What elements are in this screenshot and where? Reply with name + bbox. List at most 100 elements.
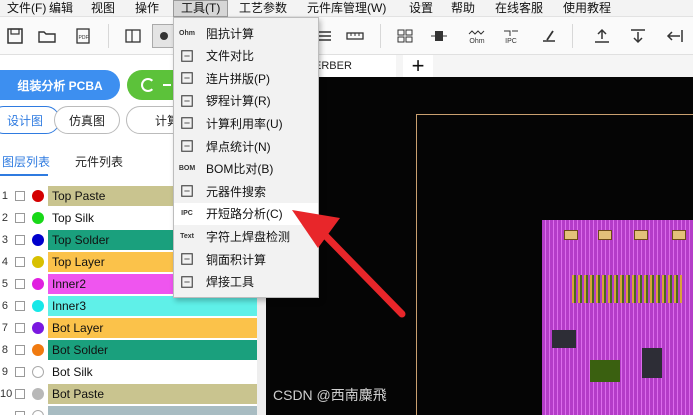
layer-visibility-checkbox[interactable]: [15, 389, 25, 399]
tab-layer-list[interactable]: 图层列表: [2, 153, 50, 170]
pcba-analysis-button-label: 组装分析 PCBA: [17, 78, 103, 93]
layer-visibility-checkbox[interactable]: [15, 235, 25, 245]
menu-item-9[interactable]: 在线客服: [488, 0, 550, 17]
layer-label: Bot Layer: [48, 318, 257, 338]
layer-visibility-checkbox[interactable]: [15, 323, 25, 333]
layer-color-dot[interactable]: [32, 322, 44, 334]
layer-visibility-checkbox[interactable]: [15, 367, 25, 377]
copper-area-icon: [179, 251, 195, 267]
pcb-component: [642, 348, 662, 378]
menu-item-label: 字符上焊盘检测: [206, 229, 291, 244]
layer-row[interactable]: 10 Bot Paste: [0, 383, 257, 405]
menu-item-label: 焊接工具: [206, 275, 255, 290]
solder-iron-icon[interactable]: [536, 24, 562, 48]
layer-number: 3: [1, 234, 8, 246]
add-tab-button-label: +: [411, 53, 425, 78]
menu-item-2[interactable]: 视图: [84, 0, 122, 17]
menu-item-panelize[interactable]: 连片拼版(P): [174, 67, 318, 89]
layer-number: [0, 405, 8, 415]
menu-item-1[interactable]: 编辑: [42, 0, 80, 17]
tab-layer-list-label: 图层列表: [2, 155, 51, 169]
layer-color-dot[interactable]: [32, 300, 44, 312]
layout-icon[interactable]: [120, 24, 146, 48]
layer-color-dot[interactable]: [32, 256, 44, 268]
layer-row[interactable]: 6 Inner3: [0, 295, 257, 317]
pcb-canvas[interactable]: [266, 77, 693, 415]
menu-item-3[interactable]: 操作: [128, 0, 166, 17]
layer-color-dot[interactable]: [32, 212, 44, 224]
pcb-pad: [564, 230, 578, 240]
resistor-icon[interactable]: [426, 24, 452, 48]
layer-color-dot[interactable]: [32, 278, 44, 290]
layer-label: [48, 406, 257, 415]
menu-item-file-compare[interactable]: 文件对比: [174, 45, 318, 67]
menu-item-5[interactable]: 工艺参数: [232, 0, 294, 17]
layer-row[interactable]: 9 Bot Silk: [0, 361, 257, 383]
stencil-icon: [179, 93, 195, 109]
menu-item-stencil[interactable]: 锣程计算(R): [174, 90, 318, 112]
document-tab-strip: ERBER: [266, 55, 693, 77]
menu-item-solder-joint[interactable]: 焊点统计(N): [174, 135, 318, 157]
layer-color-dot[interactable]: [32, 366, 44, 378]
layer-number: 6: [1, 300, 8, 312]
menu-item-6[interactable]: 元件库管理(W): [300, 0, 393, 17]
menu-item-copper-area[interactable]: 铜面积计算: [174, 248, 318, 270]
panel-icon[interactable]: [392, 24, 418, 48]
ipc-icon[interactable]: IPC: [498, 24, 524, 48]
arrow-left-icon[interactable]: [662, 24, 688, 48]
pcb-traces: [542, 220, 693, 415]
layer-color-dot[interactable]: [32, 410, 44, 415]
layer-visibility-checkbox[interactable]: [15, 279, 25, 289]
menu-item-solder-tool[interactable]: 焊接工具: [174, 271, 318, 293]
layer-visibility-checkbox[interactable]: [15, 301, 25, 311]
layer-number: 1: [1, 190, 8, 202]
menu-item-label: 铜面积计算: [206, 252, 267, 267]
open-folder-icon[interactable]: [34, 24, 60, 48]
utilization-icon: [179, 115, 195, 131]
layer-visibility-checkbox[interactable]: [15, 213, 25, 223]
layer-number: 8: [1, 344, 8, 356]
layer-color-dot[interactable]: [32, 190, 44, 202]
layer-row[interactable]: 7 Bot Layer: [0, 317, 257, 339]
file-compare-icon: [179, 48, 195, 64]
tab-simulation[interactable]: 仿真图: [54, 106, 120, 134]
layer-row[interactable]: 8 Bot Solder: [0, 339, 257, 361]
save-icon[interactable]: [2, 24, 28, 48]
menu-item-ipc[interactable]: IPC 开短路分析(C): [174, 202, 318, 225]
ohm-icon[interactable]: Ohm: [464, 24, 490, 48]
menu-item-10[interactable]: 使用教程: [556, 0, 618, 17]
export-up-icon[interactable]: [589, 24, 615, 48]
active-tab-underline: [0, 174, 48, 176]
text-pad-icon: Text: [180, 232, 194, 240]
layer-row[interactable]: [0, 405, 257, 415]
layer-visibility-checkbox[interactable]: [15, 257, 25, 267]
layer-number: 4: [1, 256, 8, 268]
tab-component-list[interactable]: 元件列表: [75, 153, 123, 170]
add-tab-button[interactable]: +: [403, 55, 433, 77]
layer-visibility-checkbox[interactable]: [15, 345, 25, 355]
menu-item-7[interactable]: 设置: [402, 0, 440, 17]
layer-number: 10: [0, 388, 13, 400]
layer-label: Bot Silk: [48, 362, 257, 382]
download-icon[interactable]: [625, 24, 651, 48]
layer-color-dot[interactable]: [32, 234, 44, 246]
layer-visibility-checkbox[interactable]: [15, 191, 25, 201]
menu-item-bom[interactable]: BOM BOM比对(B): [174, 158, 318, 180]
layer-color-dot[interactable]: [32, 388, 44, 400]
pdf-icon[interactable]: PDF: [70, 24, 96, 48]
solder-tool-icon: [179, 274, 195, 290]
menu-item-4[interactable]: 工具(T): [173, 0, 229, 17]
ruler-icon[interactable]: [342, 24, 368, 48]
menu-item-text-pad[interactable]: Text 字符上焊盘检测: [174, 225, 318, 247]
dash-icon: [163, 84, 171, 86]
menu-item-8[interactable]: 帮助: [444, 0, 482, 17]
layer-color-dot[interactable]: [32, 344, 44, 356]
layer-visibility-checkbox[interactable]: [15, 411, 25, 415]
pcba-analysis-button[interactable]: 组装分析 PCBA: [0, 70, 120, 100]
menu-item-ohm[interactable]: Ohm 阻抗计算: [174, 22, 318, 44]
menu-item-component-search[interactable]: 元器件搜索: [174, 180, 318, 202]
tab-design[interactable]: 设计图: [0, 106, 60, 134]
menu-item-label: 计算利用率(U): [206, 116, 283, 131]
layer-label: Inner3: [48, 296, 257, 316]
menu-item-utilization[interactable]: 计算利用率(U): [174, 112, 318, 134]
